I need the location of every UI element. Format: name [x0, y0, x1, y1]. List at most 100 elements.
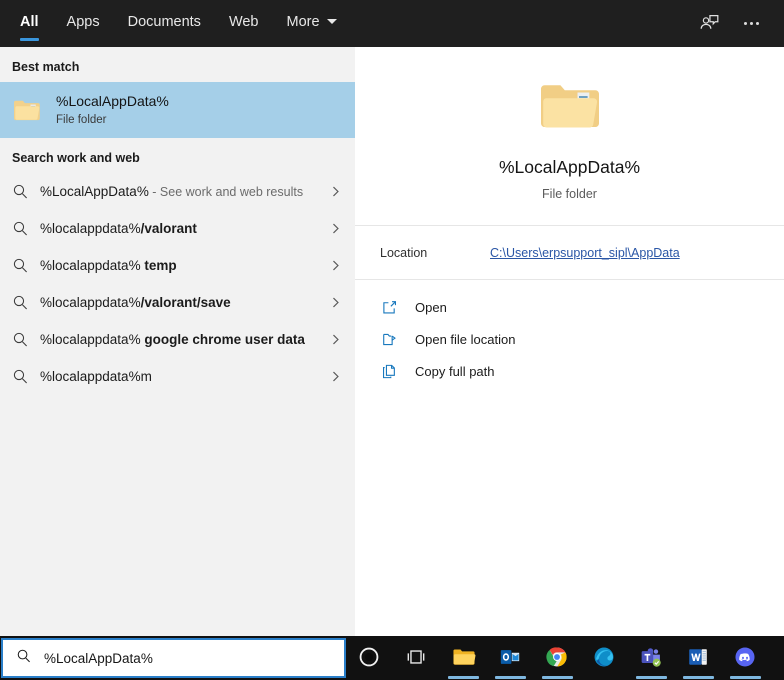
- taskbar-item-cortana[interactable]: [346, 636, 393, 680]
- results-panel: Best match %LocalAppData% File folder Se…: [0, 47, 355, 636]
- best-match-result[interactable]: %LocalAppData% File folder: [0, 82, 355, 138]
- suggestion-prefix: %LocalAppData%: [40, 183, 149, 199]
- location-link[interactable]: C:\Users\erpsupport_sipl\AppData: [490, 246, 680, 260]
- chevron-right-icon[interactable]: [325, 296, 345, 309]
- search-suggestion-row[interactable]: %localappdata% google chrome user data: [0, 321, 355, 358]
- edge-icon: [593, 646, 617, 670]
- preview-actions: Open Open file location Copy full path: [355, 280, 784, 387]
- search-filter-tabs: All Apps Documents Web More: [0, 0, 351, 47]
- preview-title: %LocalAppData%: [498, 156, 641, 177]
- suggestion-suffix: /valorant/save: [140, 294, 231, 310]
- preview-panel: %LocalAppData% File folder Location C:\U…: [355, 47, 784, 636]
- suggestion-label: %localappdata% google chrome user data: [40, 330, 325, 350]
- windows-search-overlay: All Apps Documents Web More Best match %…: [0, 0, 784, 680]
- taskbar-item-chrome[interactable]: [534, 636, 581, 680]
- preview-hero: %LocalAppData% File folder: [355, 47, 784, 225]
- taskbar-item-teams[interactable]: [628, 636, 675, 680]
- file-explorer-icon: [452, 646, 476, 670]
- tab-label: Apps: [66, 14, 100, 30]
- chevron-right-icon[interactable]: [325, 370, 345, 383]
- location-row: Location C:\Users\erpsupport_sipl\AppDat…: [355, 226, 784, 279]
- chevron-right-icon[interactable]: [325, 333, 345, 346]
- search-suggestions-list: %LocalAppData% - See work and web result…: [0, 173, 355, 395]
- tab-web[interactable]: Web: [215, 0, 273, 47]
- search-icon: [12, 293, 40, 313]
- search-suggestion-row[interactable]: %localappdata%/valorant: [0, 210, 355, 247]
- folder-open-icon: [381, 331, 415, 348]
- suggestion-prefix: %localappdata%: [40, 257, 141, 273]
- copy-icon: [381, 363, 415, 380]
- suggestion-prefix: %localappdata%: [40, 368, 141, 384]
- action-label: Open file location: [415, 331, 516, 347]
- search-suggestion-row[interactable]: %LocalAppData% - See work and web result…: [0, 173, 355, 210]
- tab-apps[interactable]: Apps: [53, 0, 114, 47]
- taskbar-item-discord[interactable]: [722, 636, 769, 680]
- suggestion-label: %localappdata%/valorant/save: [40, 293, 325, 313]
- search-header: All Apps Documents Web More: [0, 0, 784, 47]
- suggestion-suffix: google chrome user data: [140, 331, 305, 347]
- chevron-right-icon[interactable]: [325, 259, 345, 272]
- suggestion-suffix: m: [140, 368, 152, 384]
- person-feedback-icon[interactable]: [690, 5, 728, 43]
- search-icon: [12, 256, 40, 276]
- ellipsis-icon[interactable]: [732, 5, 770, 43]
- header-actions: [690, 0, 784, 47]
- search-suggestion-row[interactable]: %localappdata%/valorant/save: [0, 284, 355, 321]
- taskbar-icons: [346, 636, 769, 680]
- tab-all[interactable]: All: [6, 0, 53, 47]
- suggestion-label: %localappdata%m: [40, 367, 325, 387]
- open-external-icon: [381, 299, 415, 316]
- action-open-file-location[interactable]: Open file location: [355, 323, 784, 355]
- chevron-right-icon[interactable]: [325, 222, 345, 235]
- suggestion-prefix: %localappdata%: [40, 294, 141, 310]
- tab-label: Web: [228, 14, 259, 30]
- suggestion-label: %localappdata% temp: [40, 256, 325, 276]
- search-icon: [12, 367, 40, 387]
- tab-label: More: [286, 14, 320, 30]
- action-label: Open: [415, 299, 447, 315]
- taskbar: %LocalAppData%: [0, 636, 784, 680]
- action-open[interactable]: Open: [355, 291, 784, 323]
- search-suggestion-row[interactable]: %localappdata%m: [0, 358, 355, 395]
- folder-icon: [12, 97, 42, 123]
- search-icon: [12, 182, 40, 202]
- best-match-subtitle: File folder: [56, 113, 107, 126]
- search-suggestion-row[interactable]: %localappdata% temp: [0, 247, 355, 284]
- cortana-icon: [358, 646, 382, 670]
- search-icon: [12, 219, 40, 239]
- tab-label: All: [20, 14, 39, 30]
- chevron-down-icon: [326, 19, 337, 24]
- preview-subtitle: File folder: [542, 186, 597, 201]
- taskbar-search-value: %LocalAppData%: [44, 650, 153, 666]
- discord-icon: [734, 646, 758, 670]
- word-icon: [687, 646, 711, 670]
- search-icon: [12, 330, 40, 350]
- chrome-icon: [545, 646, 570, 670]
- suggestion-suffix: - See work and web results: [148, 184, 304, 199]
- best-match-heading: Best match: [12, 60, 80, 74]
- taskbar-search-box[interactable]: %LocalAppData%: [1, 638, 346, 678]
- taskbar-item-outlook[interactable]: [487, 636, 534, 680]
- taskbar-item-task-view[interactable]: [393, 636, 440, 680]
- suggestion-label: %localappdata%/valorant: [40, 219, 325, 239]
- outlook-icon: [499, 646, 523, 670]
- tab-label: Documents: [127, 14, 201, 30]
- action-label: Copy full path: [415, 363, 495, 379]
- taskbar-item-word[interactable]: [675, 636, 722, 680]
- search-work-web-heading: Search work and web: [12, 151, 140, 165]
- tab-documents[interactable]: Documents: [114, 0, 215, 47]
- suggestion-suffix: temp: [140, 257, 177, 273]
- suggestion-prefix: %localappdata%: [40, 331, 141, 347]
- suggestion-label: %LocalAppData% - See work and web result…: [40, 182, 325, 202]
- teams-icon: [640, 646, 664, 670]
- location-label: Location: [380, 245, 428, 260]
- action-copy-full-path[interactable]: Copy full path: [355, 355, 784, 387]
- taskbar-item-file-explorer[interactable]: [440, 636, 487, 680]
- taskbar-item-edge[interactable]: [581, 636, 628, 680]
- folder-icon: [537, 78, 603, 134]
- suggestion-prefix: %localappdata%: [40, 220, 141, 236]
- chevron-right-icon[interactable]: [325, 185, 345, 198]
- search-icon: [16, 648, 32, 669]
- tab-more[interactable]: More: [273, 0, 351, 47]
- suggestion-suffix: /valorant: [140, 220, 197, 236]
